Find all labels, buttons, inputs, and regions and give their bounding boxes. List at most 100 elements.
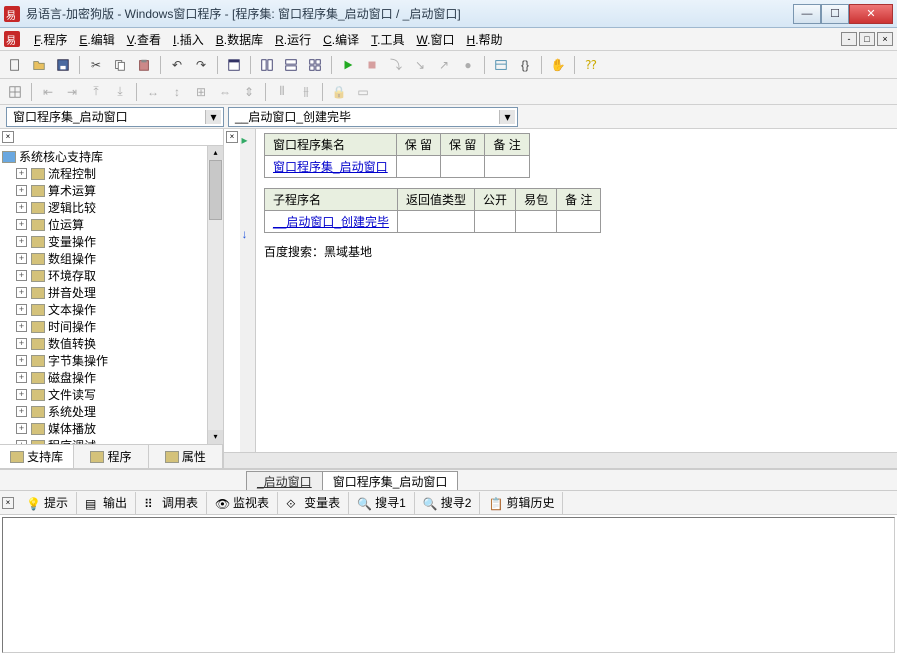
expand-icon[interactable]: + — [16, 372, 27, 383]
tab-support-lib[interactable]: 支持库 — [0, 445, 74, 468]
menu-window[interactable]: W.窗口 — [411, 29, 461, 50]
table-row[interactable]: __启动窗口_创建完毕 — [265, 211, 601, 233]
outtab-hint[interactable]: 💡提示 — [18, 492, 77, 514]
expand-icon[interactable]: + — [16, 168, 27, 179]
layout1-button[interactable] — [256, 54, 278, 76]
space-h-button[interactable]: ⫴ — [271, 81, 293, 103]
group-button[interactable]: ▭ — [352, 81, 374, 103]
scroll-up-icon[interactable]: ▴ — [208, 146, 223, 160]
same-width-button[interactable]: ↔ — [142, 81, 164, 103]
menu-run[interactable]: R.运行 — [269, 29, 317, 50]
braces-button[interactable]: {} — [514, 54, 536, 76]
combo-proc[interactable]: __启动窗口_创建完毕 ▾ — [228, 107, 518, 127]
same-height-button[interactable]: ↕ — [166, 81, 188, 103]
tree-item[interactable]: +拼音处理 — [2, 284, 205, 301]
expand-icon[interactable]: + — [16, 355, 27, 366]
open-button[interactable] — [28, 54, 50, 76]
library-tree[interactable]: 系统核心支持库 +流程控制+算术运算+逻辑比较+位运算+变量操作+数组操作+环境… — [0, 146, 207, 444]
tree-item[interactable]: +文件读写 — [2, 386, 205, 403]
tab-program[interactable]: 程序 — [74, 445, 148, 468]
minimize-button[interactable]: — — [793, 4, 821, 24]
tab-properties[interactable]: 属性 — [149, 445, 223, 468]
run-button[interactable] — [337, 54, 359, 76]
mdi-close-button[interactable]: × — [877, 32, 893, 46]
form-button[interactable] — [223, 54, 245, 76]
mdi-restore-button[interactable]: □ — [859, 32, 875, 46]
outtab-search1[interactable]: 🔍搜寻1 — [349, 492, 415, 514]
layout3-button[interactable] — [304, 54, 326, 76]
panel-close-button[interactable]: × — [2, 131, 14, 143]
output-body[interactable] — [2, 517, 895, 653]
tree-item[interactable]: +时间操作 — [2, 318, 205, 335]
paste-button[interactable] — [133, 54, 155, 76]
center-v-button[interactable]: ⇕ — [238, 81, 260, 103]
expand-icon[interactable]: + — [16, 219, 27, 230]
close-button[interactable]: ✕ — [849, 4, 893, 24]
code-line[interactable]: 百度搜索：黑域基地 — [264, 243, 889, 260]
tree-item[interactable]: +程序调试 — [2, 437, 205, 444]
tree-item[interactable]: +媒体播放 — [2, 420, 205, 437]
tree-item[interactable]: +系统处理 — [2, 403, 205, 420]
align-bottom-button[interactable]: ⤓ — [109, 81, 131, 103]
lock-button[interactable]: 🔒 — [328, 81, 350, 103]
menu-database[interactable]: B.数据库 — [210, 29, 269, 50]
space-v-button[interactable]: ⫵ — [295, 81, 317, 103]
hand-button[interactable]: ✋ — [547, 54, 569, 76]
same-size-button[interactable]: ⊞ — [190, 81, 212, 103]
mdi-minimize-button[interactable]: - — [841, 32, 857, 46]
tree-item[interactable]: +逻辑比较 — [2, 199, 205, 216]
align-right-button[interactable]: ⇥ — [61, 81, 83, 103]
expand-icon[interactable]: + — [16, 185, 27, 196]
menu-program[interactable]: F.程序 — [28, 29, 73, 50]
menu-insert[interactable]: I.插入 — [167, 29, 210, 50]
redo-button[interactable]: ↷ — [190, 54, 212, 76]
outtab-output[interactable]: ▤输出 — [77, 492, 136, 514]
outtab-calltable[interactable]: ⠿调用表 — [136, 492, 207, 514]
table-row[interactable]: 窗口程序集_启动窗口 — [265, 156, 530, 178]
step-into-button[interactable]: ↘ — [409, 54, 431, 76]
tree-item[interactable]: +变量操作 — [2, 233, 205, 250]
align-left-button[interactable]: ⇤ — [37, 81, 59, 103]
scroll-down-icon[interactable]: ▾ — [208, 430, 223, 444]
tree-item[interactable]: +环境存取 — [2, 267, 205, 284]
expand-icon[interactable]: + — [16, 270, 27, 281]
expand-icon[interactable]: + — [16, 287, 27, 298]
tree-root[interactable]: 系统核心支持库 — [2, 148, 205, 165]
menu-edit[interactable]: E.编辑 — [73, 29, 120, 50]
expand-icon[interactable]: + — [16, 423, 27, 434]
tree-item[interactable]: +流程控制 — [2, 165, 205, 182]
close-icon[interactable]: × — [226, 131, 238, 143]
menu-compile[interactable]: C.编译 — [317, 29, 365, 50]
tree-item[interactable]: +文本操作 — [2, 301, 205, 318]
expand-icon[interactable]: + — [16, 321, 27, 332]
expand-icon[interactable]: + — [16, 304, 27, 315]
expand-icon[interactable]: + — [16, 338, 27, 349]
help-button[interactable]: ⁇ — [580, 54, 602, 76]
h-scrollbar[interactable] — [224, 452, 897, 468]
step-over-button[interactable]: ⤵ — [385, 54, 407, 76]
stop-button[interactable] — [361, 54, 383, 76]
center-h-button[interactable]: ⇔ — [214, 81, 236, 103]
tree-item[interactable]: +磁盘操作 — [2, 369, 205, 386]
output-close-button[interactable]: × — [2, 497, 14, 509]
outtab-watch[interactable]: 👁监视表 — [207, 492, 278, 514]
expand-icon[interactable]: + — [16, 406, 27, 417]
undo-button[interactable]: ↶ — [166, 54, 188, 76]
menu-view[interactable]: V.查看 — [121, 29, 167, 50]
scroll-thumb[interactable] — [209, 160, 222, 220]
tree-scrollbar[interactable]: ▴ ▾ — [207, 146, 223, 444]
expand-icon[interactable]: + — [16, 236, 27, 247]
tree-item[interactable]: +位运算 — [2, 216, 205, 233]
align-top-button[interactable]: ⤒ — [85, 81, 107, 103]
expand-icon[interactable]: + — [16, 253, 27, 264]
layout2-button[interactable] — [280, 54, 302, 76]
bookmark-button[interactable] — [490, 54, 512, 76]
maximize-button[interactable]: ☐ — [821, 4, 849, 24]
copy-button[interactable] — [109, 54, 131, 76]
doc-tab-procset[interactable]: 窗口程序集_启动窗口 — [322, 471, 459, 490]
step-out-button[interactable]: ↗ — [433, 54, 455, 76]
menu-tools[interactable]: T.工具 — [365, 29, 410, 50]
breakpoint-button[interactable]: ● — [457, 54, 479, 76]
code-editor[interactable]: 窗口程序集名 保 留 保 留 备 注 窗口程序集_启动窗口 子程序名 — [256, 129, 897, 452]
expand-icon[interactable]: + — [16, 202, 27, 213]
